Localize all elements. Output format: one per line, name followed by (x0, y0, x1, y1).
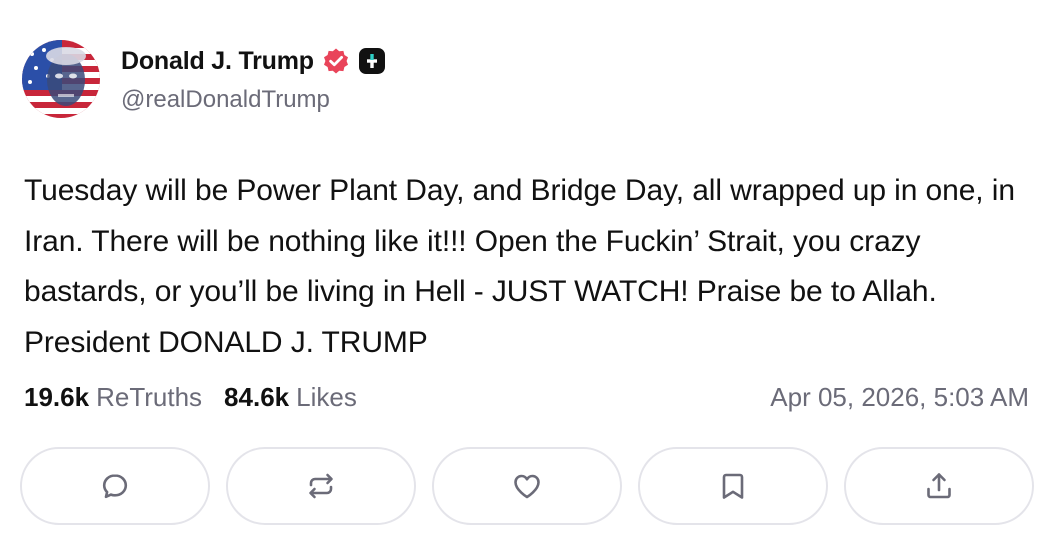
reply-button[interactable] (20, 447, 210, 525)
post-timestamp[interactable]: Apr 05, 2026, 5:03 AM (770, 382, 1029, 413)
share-button[interactable] (844, 447, 1034, 525)
share-icon (927, 473, 951, 499)
author-handle[interactable]: @realDonaldTrump (121, 86, 330, 114)
truth-post: Donald J. Trump @realDonaldTrump Tuesday… (0, 0, 1056, 556)
post-stats: 19.6k ReTruths 84.6k Likes (24, 382, 357, 413)
comment-icon (102, 474, 128, 499)
plus-badge-icon (358, 47, 386, 75)
verified-icon (322, 47, 350, 75)
avatar[interactable] (22, 40, 100, 118)
likes-label: Likes (296, 382, 357, 412)
retruth-button[interactable] (226, 447, 416, 525)
post-actions (20, 447, 1034, 525)
author-name-row: Donald J. Trump (121, 44, 386, 78)
like-button[interactable] (432, 447, 622, 525)
likes-count: 84.6k (224, 382, 290, 412)
post-body-text: Tuesday will be Power Plant Day, and Bri… (24, 174, 1015, 359)
author-display-name[interactable]: Donald J. Trump (121, 47, 314, 76)
bookmark-icon (722, 473, 744, 499)
bookmark-button[interactable] (638, 447, 828, 525)
retruths-stat[interactable]: 19.6k ReTruths (24, 382, 202, 413)
avatar-image (22, 40, 100, 118)
retruths-label: ReTruths (96, 382, 203, 412)
heart-icon (514, 474, 540, 499)
likes-stat[interactable]: 84.6k Likes (224, 382, 357, 413)
repost-icon (309, 473, 333, 499)
retruths-count: 19.6k (24, 382, 90, 412)
